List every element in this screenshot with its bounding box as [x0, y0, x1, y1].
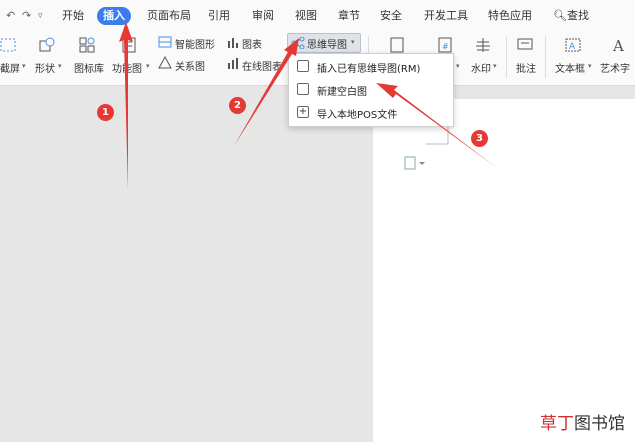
page-number-caret-icon[interactable]: ▾ — [456, 62, 460, 70]
menu-bar: ↶ ↷ ▿ 开始 插入 页面布局 引用 审阅 视图 章节 安全 开发工具 特色应… — [0, 0, 635, 30]
menu-item-import-pos-file[interactable]: + 导入本地POS文件 — [289, 102, 453, 124]
textbox-caret-icon[interactable]: ▾ — [588, 62, 592, 70]
ribbon-separator — [545, 36, 546, 78]
menu-tab-page-layout[interactable]: 页面布局 — [147, 7, 191, 25]
menu-tab-developer[interactable]: 开发工具 — [424, 7, 468, 25]
annotation-badge-3: 3 — [471, 130, 488, 147]
page-number-icon[interactable]: # — [436, 36, 454, 54]
import-plus-icon: + — [297, 106, 309, 118]
chart-icon[interactable] — [226, 35, 240, 49]
mindmap-icon — [291, 37, 305, 49]
comment-label[interactable]: 批注 — [516, 60, 536, 75]
redo-icon[interactable]: ↷ — [22, 7, 31, 25]
shape-caret-icon[interactable]: ▾ — [58, 62, 62, 70]
menu-tab-insert[interactable]: 插入 — [97, 7, 131, 25]
online-chart-icon[interactable] — [226, 56, 240, 70]
page-icon[interactable] — [388, 36, 406, 54]
ribbon-separator — [506, 36, 507, 78]
art-text-label[interactable]: 艺术字 — [600, 60, 630, 75]
comment-icon[interactable] — [516, 36, 534, 54]
search-icon: 🔍︎ — [553, 9, 567, 22]
menu-item-label: 导入本地POS文件 — [317, 110, 398, 121]
textbox-icon[interactable]: A — [564, 36, 582, 54]
menu-tab-special[interactable]: 特色应用 — [488, 7, 532, 25]
function-chart-caret-icon[interactable]: ▾ — [146, 62, 150, 70]
relation-chart-icon[interactable] — [158, 56, 172, 70]
menu-tab-home[interactable]: 开始 — [62, 7, 84, 25]
menu-tab-view[interactable]: 视图 — [295, 7, 317, 25]
smart-graphic-icon[interactable] — [158, 35, 172, 49]
watermark-rest: 图书馆 — [574, 414, 625, 434]
menu-tab-chapter[interactable]: 章节 — [338, 7, 360, 25]
search-button[interactable]: 🔍︎查找 — [553, 7, 589, 25]
menu-item-label: 新建空白图 — [317, 87, 367, 98]
watermark-accent: 草丁 — [540, 414, 574, 434]
screenshot-caret-icon[interactable]: ▾ — [22, 62, 26, 70]
menu-tab-references[interactable]: 引用 — [208, 7, 230, 25]
icon-library-icon[interactable] — [78, 36, 96, 54]
function-chart-label[interactable]: 功能图 — [112, 60, 142, 75]
mindmap-button[interactable]: 思维导图 ▾ — [287, 33, 361, 53]
online-chart-label[interactable]: 在线图表 — [242, 58, 282, 73]
new-document-icon — [297, 83, 309, 95]
chart-label[interactable]: 图表 — [242, 36, 262, 51]
mindmap-label: 思维导图 — [307, 40, 347, 51]
menu-item-insert-existing-mindmap[interactable]: 插入已有思维导图(RM) — [289, 56, 453, 78]
watermark-text: 草丁图书馆 — [540, 409, 625, 434]
svg-text:A: A — [569, 42, 576, 52]
svg-text:A: A — [612, 37, 624, 54]
shape-icon[interactable] — [38, 36, 56, 54]
relation-chart-label[interactable]: 关系图 — [175, 58, 205, 73]
svg-text:#: # — [442, 42, 449, 51]
paste-options-icon[interactable] — [404, 156, 426, 170]
textbox-label[interactable]: 文本框 — [555, 60, 585, 75]
menu-item-new-blank-map[interactable]: 新建空白图 — [289, 79, 453, 101]
menu-tab-security[interactable]: 安全 — [380, 7, 402, 25]
screenshot-label[interactable]: 截屏 — [0, 60, 20, 75]
undo-icon[interactable]: ↶ — [6, 7, 15, 25]
document-icon — [297, 60, 309, 72]
icon-library-label[interactable]: 图标库 — [74, 60, 104, 75]
screenshot-icon[interactable] — [0, 36, 18, 54]
annotation-badge-1: 1 — [97, 104, 114, 121]
function-chart-icon[interactable] — [120, 36, 138, 54]
annotation-badge-2: 2 — [229, 97, 246, 114]
mindmap-dropdown-menu: 插入已有思维导图(RM) 新建空白图 + 导入本地POS文件 — [288, 53, 454, 127]
search-label: 查找 — [566, 9, 589, 22]
menu-item-label: 插入已有思维导图(RM) — [317, 64, 421, 75]
quick-access-dropdown-icon[interactable]: ▿ — [38, 7, 43, 25]
watermark-icon[interactable] — [474, 36, 492, 54]
document-page[interactable] — [373, 99, 635, 442]
watermark-label[interactable]: 水印 — [471, 60, 491, 75]
watermark-caret-icon[interactable]: ▾ — [493, 62, 497, 70]
shape-label[interactable]: 形状 — [35, 60, 55, 75]
smart-graphic-label[interactable]: 智能图形 — [175, 36, 215, 51]
art-text-icon[interactable]: A — [610, 36, 628, 54]
menu-tab-review[interactable]: 审阅 — [252, 7, 274, 25]
mindmap-caret-icon: ▾ — [351, 38, 355, 46]
